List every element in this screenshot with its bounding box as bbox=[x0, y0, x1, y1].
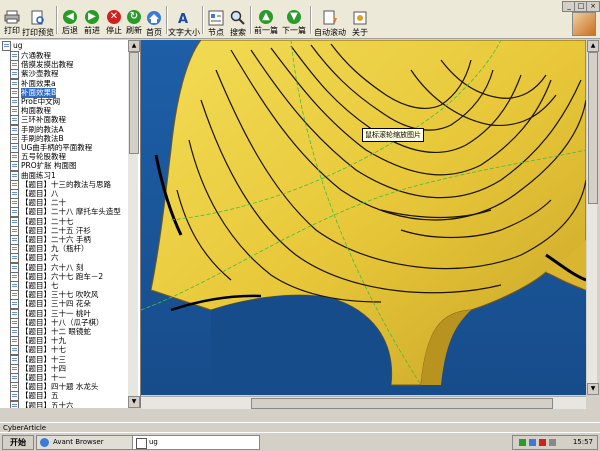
task-avant-browser-label: Avant Browser bbox=[53, 438, 104, 446]
about-button[interactable]: 关于 bbox=[350, 3, 370, 37]
viewport-scroll-down-icon[interactable]: ▼ bbox=[587, 383, 599, 395]
refresh-label: 刷新 bbox=[126, 26, 142, 35]
scroll-up-icon[interactable]: ▲ bbox=[128, 40, 140, 52]
document-icon bbox=[10, 400, 19, 408]
tray-app-icon[interactable] bbox=[529, 439, 536, 446]
auto-scroll-button[interactable]: 自动滚动 bbox=[314, 3, 346, 37]
clock: 15:57 bbox=[572, 438, 593, 446]
app-logo bbox=[572, 12, 596, 36]
taskbar: 开始 Avant Browser ug 15:57 bbox=[0, 432, 600, 451]
tree-root[interactable]: ug bbox=[2, 41, 23, 51]
refresh-button[interactable]: ↻ 刷新 bbox=[124, 3, 144, 35]
forward-arrow-icon: ▶ bbox=[84, 10, 100, 24]
tray-network-icon[interactable] bbox=[519, 439, 526, 446]
print-preview-icon bbox=[30, 10, 46, 26]
refresh-icon: ↻ bbox=[126, 10, 142, 24]
viewport-vertical-scrollbar[interactable]: ▲ ▼ bbox=[587, 40, 599, 395]
node-label: 节点 bbox=[208, 28, 224, 37]
back-arrow-icon: ◀ bbox=[62, 10, 78, 24]
stop-icon: ✕ bbox=[106, 10, 122, 24]
auto-scroll-label: 自动滚动 bbox=[314, 28, 346, 37]
previous-article-label: 前一篇 bbox=[254, 26, 278, 35]
auto-scroll-icon bbox=[322, 10, 338, 26]
viewport-scroll-up-icon[interactable]: ▲ bbox=[587, 40, 599, 52]
next-article-button[interactable]: ▼ 下一篇 bbox=[282, 3, 306, 35]
stop-label: 停止 bbox=[106, 26, 122, 35]
surface-model-image bbox=[141, 40, 586, 395]
task-avant-browser[interactable]: Avant Browser bbox=[36, 435, 134, 450]
tray-security-icon[interactable] bbox=[539, 439, 546, 446]
toolbar: 打印 打印预览 ◀ 后退 ▶ 前进 ✕ 停止 ↻ 刷新 首页 A 文字大小 节点… bbox=[0, 0, 600, 39]
viewport-scroll-thumb[interactable] bbox=[588, 52, 598, 204]
zoom-tooltip: 鼠标滚轮缩放图片 bbox=[362, 128, 424, 142]
close-button[interactable]: × bbox=[586, 1, 600, 12]
tree-root-label: ug bbox=[13, 41, 23, 50]
text-size-icon: A bbox=[176, 10, 192, 26]
node-button[interactable]: 节点 bbox=[206, 3, 226, 37]
stop-button[interactable]: ✕ 停止 bbox=[104, 3, 124, 35]
previous-article-icon: ▲ bbox=[258, 10, 274, 24]
next-article-icon: ▼ bbox=[286, 10, 302, 24]
tree-item-label: 【题目】五十六 bbox=[21, 400, 74, 408]
back-label: 后退 bbox=[62, 26, 78, 35]
search-icon bbox=[230, 10, 246, 26]
home-button[interactable]: 首页 bbox=[144, 3, 164, 37]
article-tree: ug 六通教程 借摸发摸出教程 紫沙壶教程 补面效果a 补面效果B ProE中文网 构面教程三… bbox=[0, 40, 141, 408]
print-preview-button[interactable]: 打印预览 bbox=[22, 3, 54, 37]
tree-scroll-thumb[interactable] bbox=[129, 52, 139, 154]
forward-button[interactable]: ▶ 前进 bbox=[82, 3, 102, 35]
search-label: 搜索 bbox=[230, 28, 246, 37]
node-icon bbox=[208, 10, 224, 26]
start-button[interactable]: 开始 bbox=[2, 435, 34, 450]
scroll-down-icon[interactable]: ▼ bbox=[128, 396, 140, 408]
print-button[interactable]: 打印 bbox=[2, 3, 22, 35]
back-button[interactable]: ◀ 后退 bbox=[60, 3, 80, 35]
text-size-label: 文字大小 bbox=[168, 28, 200, 37]
image-viewport[interactable] bbox=[141, 40, 586, 395]
document-icon bbox=[136, 438, 147, 449]
app-window: 打印 打印预览 ◀ 后退 ▶ 前进 ✕ 停止 ↻ 刷新 首页 A 文字大小 节点… bbox=[0, 0, 600, 451]
previous-article-button[interactable]: ▲ 前一篇 bbox=[254, 3, 278, 35]
print-icon bbox=[4, 10, 20, 24]
system-tray: 15:57 bbox=[512, 435, 598, 450]
search-button[interactable]: 搜索 bbox=[228, 3, 248, 37]
task-ug[interactable]: ug bbox=[132, 435, 260, 450]
task-ug-label: ug bbox=[149, 438, 158, 446]
home-label: 首页 bbox=[146, 28, 162, 37]
about-label: 关于 bbox=[352, 28, 368, 37]
print-label: 打印 bbox=[4, 26, 20, 35]
tree-vertical-scrollbar[interactable]: ▲ ▼ bbox=[128, 40, 140, 408]
viewport-hscroll-thumb[interactable] bbox=[251, 398, 553, 409]
next-article-label: 下一篇 bbox=[282, 26, 306, 35]
tray-volume-icon[interactable] bbox=[549, 439, 556, 446]
text-size-button[interactable]: A 文字大小 bbox=[168, 3, 200, 37]
viewport-horizontal-scrollbar[interactable] bbox=[141, 396, 586, 409]
about-icon bbox=[352, 10, 368, 26]
svg-text:A: A bbox=[178, 12, 188, 26]
home-icon bbox=[146, 10, 162, 26]
tree-item[interactable]: 【题目】五十六 bbox=[10, 400, 74, 408]
print-preview-label: 打印预览 bbox=[22, 28, 54, 37]
forward-label: 前进 bbox=[84, 26, 100, 35]
folder-icon bbox=[2, 41, 11, 51]
browser-icon bbox=[40, 438, 49, 447]
